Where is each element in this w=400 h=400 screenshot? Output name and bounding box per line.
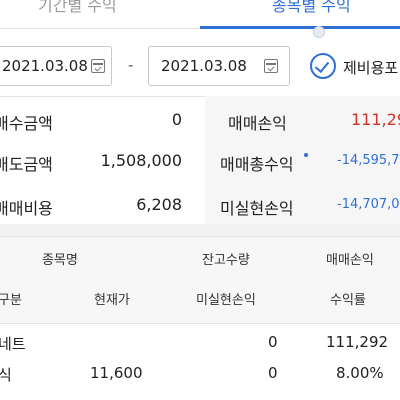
end-date-value: 2021.03.08 (161, 57, 247, 75)
sell-amount-label: 매도금액 (0, 155, 53, 174)
col-balance-qty: 잔고수량 (202, 253, 250, 268)
trade-cost-label: 매매비용 (0, 199, 53, 218)
total-trade-profit-label: 매매총수익 (220, 155, 294, 174)
date-separator: - (128, 56, 134, 74)
category-cell: 식 (0, 366, 12, 384)
trade-pnl-value: 111,29 (351, 110, 400, 129)
tab-active-indicator (200, 26, 400, 29)
buy-amount-label: 매수금액 (0, 114, 53, 133)
col-category: 구분 (0, 293, 22, 308)
stock-name-cell: 네트 (0, 335, 26, 353)
trade-cost-value: 6,208 (136, 195, 182, 214)
unrealized-pnl-label: 미실현손익 (220, 199, 294, 218)
start-date-value: 2021.03.08 (2, 57, 88, 75)
unrealized-pnl-value: -14,707,0 (337, 197, 400, 212)
calendar-icon[interactable] (264, 59, 278, 73)
col-current-price: 현재가 (94, 293, 130, 308)
calendar-icon[interactable] (91, 59, 105, 73)
table-header-top-border (0, 236, 400, 237)
col-return-rate: 수익률 (330, 293, 366, 308)
buy-amount-value: 0 (171, 110, 182, 129)
section-gap (0, 224, 400, 236)
col-unrealized-pnl: 미실현손익 (196, 293, 256, 308)
include-expense-label[interactable]: 제비용포 (343, 57, 398, 78)
check-circle-icon[interactable] (310, 53, 336, 79)
balance-qty-cell: 0 (268, 333, 278, 351)
unrealized-pnl-cell: 0 (268, 364, 278, 382)
total-trade-profit-value: -14,595,7 (337, 153, 400, 168)
return-rate-cell: 8.00% (336, 364, 384, 382)
info-dot-icon (304, 153, 308, 157)
tab-stock-profit[interactable]: 종목별 수익 (272, 0, 351, 16)
col-stock-name: 종목명 (42, 253, 78, 268)
tab-period-profit[interactable]: 기간별 수익 (38, 0, 117, 16)
trade-pnl-cell: 111,292 (326, 333, 389, 351)
scroll-indicator-icon (313, 26, 325, 38)
current-price-cell: 11,600 (90, 364, 143, 382)
sell-amount-value: 1,508,000 (100, 151, 182, 170)
trade-pnl-label: 매매손익 (228, 114, 287, 133)
col-trade-pnl: 매매손익 (326, 253, 374, 268)
